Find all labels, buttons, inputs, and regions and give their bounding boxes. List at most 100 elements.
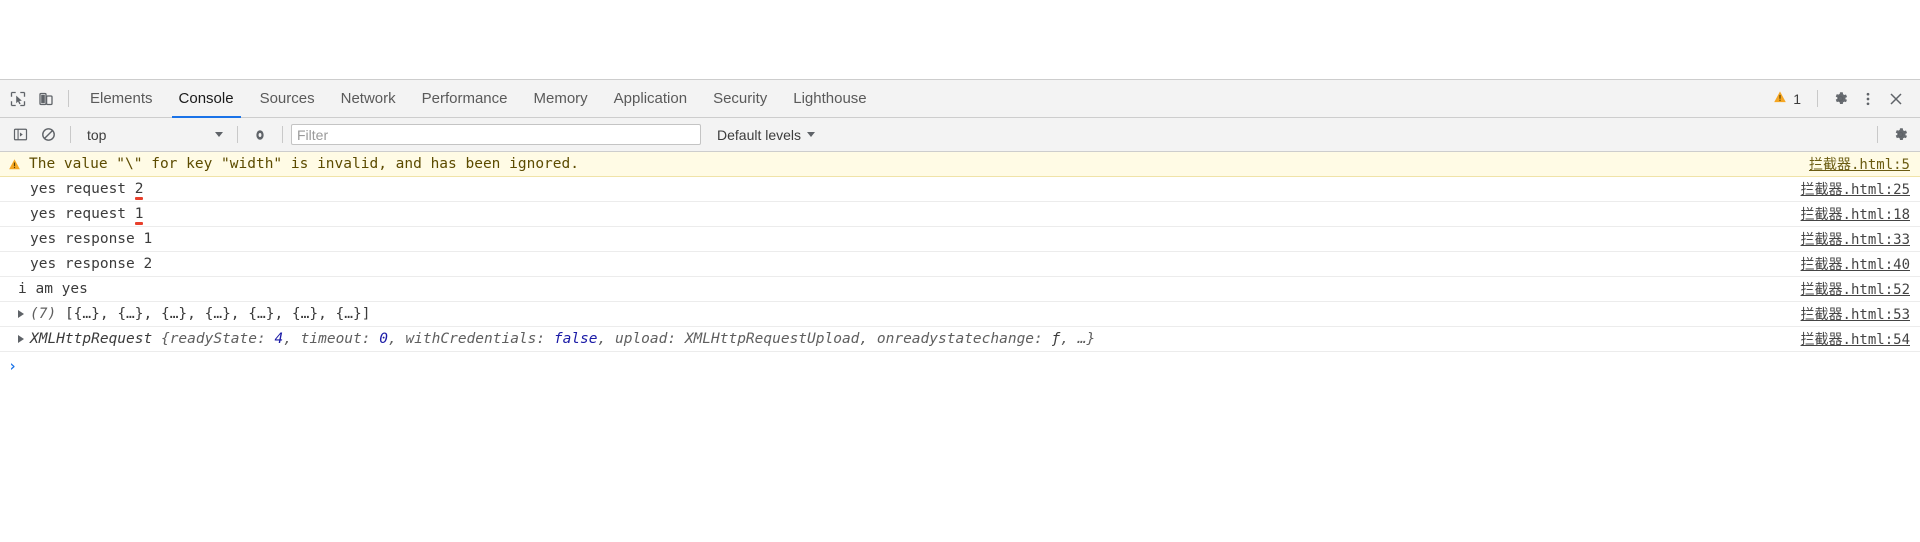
tab-security[interactable]: Security xyxy=(700,80,780,118)
prop-value: 0 xyxy=(379,331,388,347)
prop-sep: , xyxy=(859,331,877,347)
prop-key: timeout: xyxy=(300,331,380,347)
execution-context-label: top xyxy=(87,126,107,143)
message-source-link[interactable]: 拦截器.html:25 xyxy=(1801,179,1910,199)
message-body: The value "\" for key "width" is invalid… xyxy=(8,156,1795,172)
object-constructor-name: XMLHttpRequest xyxy=(30,331,153,347)
console-message-object[interactable]: XMLHttpRequest {readyState: 4, timeout: … xyxy=(0,327,1920,352)
message-text: yes request xyxy=(30,206,135,222)
prop-key: onreadystatechange: xyxy=(876,331,1052,347)
message-text-underlined: 1 xyxy=(134,206,144,225)
warning-triangle-icon xyxy=(1773,90,1787,107)
prop-key: readyState: xyxy=(169,331,275,347)
message-body: i am yes xyxy=(8,281,1787,297)
toolbar-divider xyxy=(70,126,71,143)
toolbar-divider xyxy=(237,126,238,143)
message-source-link[interactable]: 拦截器.html:18 xyxy=(1801,204,1910,224)
tab-label: Network xyxy=(340,90,396,107)
tab-console[interactable]: Console xyxy=(166,80,247,118)
tab-label: Elements xyxy=(90,90,153,107)
toolbar-divider xyxy=(282,126,283,143)
console-sidebar-toggle-icon[interactable] xyxy=(6,121,34,149)
console-message-list: The value "\" for key "width" is invalid… xyxy=(0,152,1920,352)
tab-label: Sources xyxy=(259,90,315,107)
tab-sources[interactable]: Sources xyxy=(247,80,328,118)
warning-triangle-icon xyxy=(8,158,21,171)
chevron-down-icon xyxy=(807,132,816,137)
tab-label: Security xyxy=(713,90,768,107)
tab-label: Memory xyxy=(533,90,588,107)
prop-sep: , xyxy=(597,331,615,347)
message-text: The value "\" for key "width" is invalid… xyxy=(29,156,579,172)
chevron-down-icon xyxy=(215,132,223,137)
message-body: XMLHttpRequest {readyState: 4, timeout: … xyxy=(8,331,1787,347)
prop-key: upload: xyxy=(614,331,685,347)
console-prompt-row[interactable]: › xyxy=(0,352,1920,380)
message-text: yes response 1 xyxy=(30,231,153,247)
console-settings-gear-icon[interactable] xyxy=(1886,121,1914,149)
gear-icon[interactable] xyxy=(1826,85,1854,113)
console-prompt-input[interactable] xyxy=(23,357,1920,375)
message-source-link[interactable]: 拦截器.html:33 xyxy=(1801,229,1910,249)
close-icon[interactable] xyxy=(1882,85,1910,113)
prop-value: false xyxy=(553,331,598,347)
console-message-array[interactable]: (7) [{…}, {…}, {…}, {…}, {…}, {…}, {…}] … xyxy=(0,302,1920,327)
prop-value: 4 xyxy=(274,331,284,347)
prop-value: XMLHttpRequestUpload xyxy=(684,331,860,347)
console-message-log[interactable]: yes request 1 拦截器.html:18 xyxy=(0,202,1920,227)
warning-count-badge[interactable]: 1 xyxy=(1765,90,1809,107)
tab-elements[interactable]: Elements xyxy=(77,80,166,118)
kebab-menu-icon[interactable] xyxy=(1854,85,1882,113)
message-body: yes response 1 xyxy=(8,231,1787,247)
tab-application[interactable]: Application xyxy=(601,80,700,118)
message-text: yes response 2 xyxy=(30,256,153,272)
console-message-log[interactable]: yes response 2 拦截器.html:40 xyxy=(0,252,1920,277)
object-close-brace: } xyxy=(1086,331,1096,347)
inspect-cursor-icon[interactable] xyxy=(4,85,32,113)
message-source-link[interactable]: 拦截器.html:5 xyxy=(1809,154,1910,174)
message-text: i am yes xyxy=(18,281,88,297)
tab-label: Lighthouse xyxy=(793,90,867,107)
page-viewport xyxy=(0,0,1920,79)
tab-memory[interactable]: Memory xyxy=(521,80,601,118)
filter-input[interactable] xyxy=(291,124,701,145)
console-message-log[interactable]: yes response 1 拦截器.html:33 xyxy=(0,227,1920,252)
disclosure-triangle-icon[interactable] xyxy=(18,310,24,318)
prop-sep: , xyxy=(1060,331,1078,347)
console-message-log[interactable]: i am yes 拦截器.html:52 xyxy=(0,277,1920,302)
message-source-link[interactable]: 拦截器.html:40 xyxy=(1801,254,1910,274)
log-levels-label: Default levels xyxy=(717,126,802,143)
tab-label: Performance xyxy=(421,90,508,107)
message-source-link[interactable]: 拦截器.html:52 xyxy=(1801,279,1910,299)
console-filter-toolbar: top Default levels xyxy=(0,118,1920,152)
tab-lighthouse[interactable]: Lighthouse xyxy=(780,80,879,118)
toolbar-divider xyxy=(1877,126,1878,143)
message-source-link[interactable]: 拦截器.html:53 xyxy=(1801,304,1910,324)
warning-count-label: 1 xyxy=(1793,90,1801,107)
message-body: yes request 2 xyxy=(8,181,1787,200)
object-open-brace: { xyxy=(160,331,170,347)
tab-network[interactable]: Network xyxy=(328,80,409,118)
prop-key: withCredentials: xyxy=(405,331,554,347)
clear-console-icon[interactable] xyxy=(34,121,62,149)
message-text-underlined: 2 xyxy=(134,181,144,200)
log-levels-select[interactable]: Default levels xyxy=(709,127,823,143)
device-toolbar-icon[interactable] xyxy=(32,85,60,113)
array-preview: [{…}, {…}, {…}, {…}, {…}, {…}, {…}] xyxy=(64,306,371,322)
console-message-log[interactable]: yes request 2 拦截器.html:25 xyxy=(0,177,1920,202)
panel-tabs: Elements Console Sources Network Perform… xyxy=(77,80,1765,118)
message-body: (7) [{…}, {…}, {…}, {…}, {…}, {…}, {…}] xyxy=(8,306,1787,322)
message-source-link[interactable]: 拦截器.html:54 xyxy=(1801,329,1910,349)
devtools-tabstrip: Elements Console Sources Network Perform… xyxy=(0,80,1920,118)
message-body: yes request 1 xyxy=(8,206,1787,225)
disclosure-triangle-icon[interactable] xyxy=(18,335,24,343)
console-message-warning[interactable]: The value "\" for key "width" is invalid… xyxy=(0,152,1920,177)
tab-label: Application xyxy=(613,90,688,107)
prompt-chevron-icon: › xyxy=(8,357,18,375)
prop-value: ƒ xyxy=(1051,331,1061,347)
toolbar-divider xyxy=(68,90,69,107)
tab-performance[interactable]: Performance xyxy=(409,80,521,118)
tabstrip-right-controls: 1 xyxy=(1765,85,1916,113)
execution-context-select[interactable]: top xyxy=(79,124,229,146)
live-expression-eye-icon[interactable] xyxy=(246,121,274,149)
